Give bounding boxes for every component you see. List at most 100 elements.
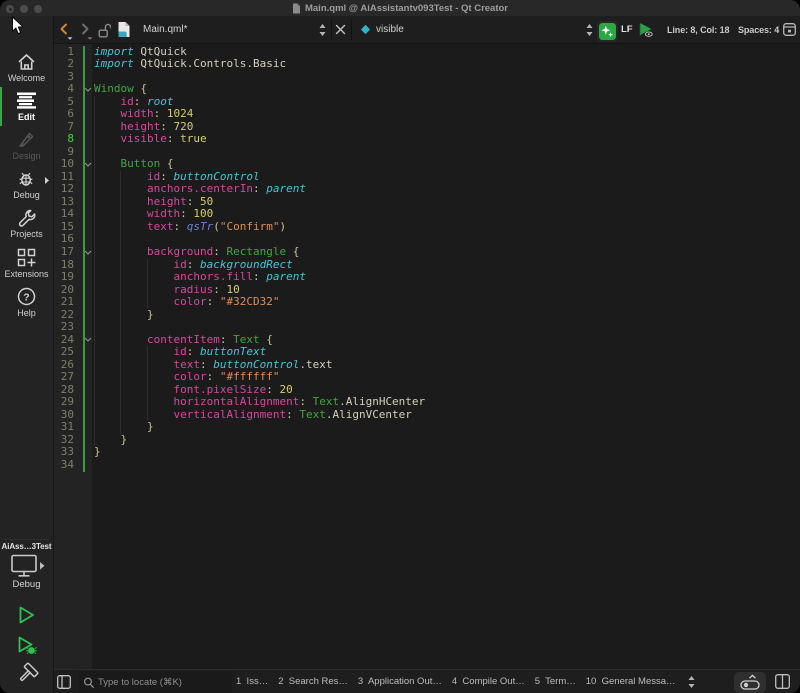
- build-button[interactable]: [0, 662, 53, 686]
- editor-gutter: 1234567891011121314151617181920212223242…: [54, 44, 92, 669]
- ai-assistant-icon: [599, 23, 616, 40]
- unlocked-icon: [97, 19, 111, 41]
- sidebar-item-welcome[interactable]: Welcome: [0, 48, 53, 87]
- line-ending-selector[interactable]: LF: [621, 16, 632, 43]
- line-number: 6: [54, 108, 74, 121]
- output-pane-button[interactable]: 10 General Messa…: [586, 676, 676, 687]
- editor-toolbar: Main.qml* visible LF: [54, 16, 800, 44]
- line-number: 21: [54, 296, 74, 309]
- fold-marker-icon[interactable]: [83, 246, 93, 259]
- code-line: }: [94, 446, 101, 459]
- symbol-dropdown[interactable]: visible: [376, 16, 404, 43]
- statusbar: Type to locate (⌘K) 1 Iss… 2 Search Res… 3…: [54, 669, 800, 693]
- back-arrow-icon: [62, 24, 67, 33]
- cursor-position-button[interactable]: Line: 8, Col: 18: [667, 16, 729, 43]
- search-icon: [83, 677, 95, 689]
- code-line: import QtQuick.Controls.Basic: [94, 58, 286, 71]
- output-pane-button[interactable]: 1 Iss…: [236, 676, 268, 687]
- mouse-cursor: [11, 16, 25, 36]
- go-back-button[interactable]: [57, 16, 73, 43]
- line-number: 19: [54, 271, 74, 284]
- output-pane-button[interactable]: 3 Application Out…: [358, 676, 442, 687]
- kit-selector-button[interactable]: [0, 554, 53, 578]
- sidebar-toggle-icon: [57, 675, 71, 689]
- output-pane-button[interactable]: 4 Compile Out…: [452, 676, 525, 687]
- sidebar-item-design: Design: [0, 126, 53, 165]
- sidebar-item-extensions[interactable]: Extensions: [0, 244, 53, 283]
- current-symbol: visible: [376, 24, 404, 35]
- run-icon: [17, 605, 37, 625]
- line-number: 25: [54, 346, 74, 359]
- cursor-position-value: Line: 8, Col: 18: [667, 25, 729, 35]
- home-icon: [0, 51, 53, 73]
- debug-submenu-arrow-icon[interactable]: [44, 176, 50, 185]
- document-icon: [292, 3, 301, 14]
- symbol-dropdown-arrows[interactable]: [585, 16, 594, 43]
- forward-arrow-icon: [83, 24, 88, 33]
- debug-run-icon: [16, 635, 38, 656]
- output-pane-buttons: 1 Iss… 2 Search Res… 3 Application Out… 4 C…: [236, 670, 676, 693]
- code-line: text: qsTr("Confirm"): [94, 221, 286, 234]
- locate-placeholder: Type to locate (⌘K): [98, 677, 182, 688]
- extensions-icon: [0, 247, 53, 269]
- kit-project-name: AiAss…3Test: [0, 542, 53, 551]
- language-server-button[interactable]: [638, 16, 654, 43]
- vcs-change-bar: [83, 46, 86, 472]
- back-dropdown-caret-icon: [68, 37, 73, 40]
- line-ending-value: LF: [621, 24, 632, 35]
- panel-toggle-icon: [783, 23, 796, 36]
- kit-separator: [4, 539, 49, 540]
- output-pane-button[interactable]: 2 Search Res…: [278, 676, 348, 687]
- close-icon: [335, 24, 346, 35]
- monitor-icon: [12, 556, 36, 572]
- line-number: 8: [54, 133, 74, 146]
- code-editor[interactable]: 1234567891011121314151617181920212223242…: [54, 44, 800, 669]
- file-lock-button[interactable]: [97, 16, 111, 43]
- qml-file-icon: [117, 16, 131, 43]
- output-pane-arrows[interactable]: [687, 670, 696, 693]
- close-document-button[interactable]: [335, 16, 346, 43]
- open-document-dropdown[interactable]: Main.qml*: [143, 16, 187, 43]
- indentation-button[interactable]: Spaces: 4: [738, 16, 779, 43]
- line-number: 23: [54, 321, 74, 334]
- wrench-icon: [0, 207, 53, 229]
- kit-dropdown-arrow-icon: [40, 562, 45, 570]
- edit-icon: [0, 90, 53, 112]
- locate-field[interactable]: Type to locate (⌘K): [79, 671, 232, 693]
- code-line: visible: true: [94, 133, 207, 146]
- fold-marker-icon[interactable]: [83, 83, 93, 96]
- debug-run-button[interactable]: [0, 635, 53, 656]
- flag-eye-icon: [638, 21, 654, 38]
- kit-target-name: Debug: [0, 579, 53, 590]
- design-icon: [0, 129, 53, 151]
- document-dropdown-arrows[interactable]: [318, 16, 327, 43]
- code-line: }: [94, 309, 154, 322]
- toggle-pill-icon: [734, 672, 766, 693]
- run-button[interactable]: [0, 605, 53, 625]
- sidebar-item-edit[interactable]: Edit: [0, 87, 53, 126]
- toolbar-panel-toggle-button[interactable]: [783, 16, 796, 43]
- help-icon: ?: [0, 286, 53, 308]
- sidebar-item-debug[interactable]: Debug: [0, 165, 53, 204]
- sidebar-item-projects[interactable]: Projects: [0, 204, 53, 243]
- line-number: 10: [54, 158, 74, 171]
- right-sidebar-toggle-button[interactable]: [775, 670, 790, 693]
- line-number: 34: [54, 459, 74, 472]
- mode-sidebar: Welcome Edit: [0, 16, 54, 693]
- window-title: Main.qml @ AiAssistantv093Test - Qt Crea…: [305, 3, 508, 14]
- line-number: 29: [54, 396, 74, 409]
- line-number: 4: [54, 83, 74, 96]
- ai-assistant-button[interactable]: [597, 21, 618, 42]
- output-pane-button[interactable]: 5 Term…: [535, 676, 576, 687]
- line-number: 2: [54, 58, 74, 71]
- fold-marker-icon[interactable]: [83, 158, 93, 171]
- go-forward-button[interactable]: [78, 16, 94, 43]
- symbol-icon: [360, 16, 371, 43]
- fold-marker-icon[interactable]: [83, 334, 93, 347]
- sidebar-item-help[interactable]: ? Help: [0, 283, 53, 322]
- forward-dropdown-caret-icon: [88, 37, 93, 40]
- progress-details-button[interactable]: [734, 672, 766, 693]
- titlebar: Main.qml @ AiAssistantv093Test - Qt Crea…: [0, 0, 800, 17]
- left-sidebar-toggle-button[interactable]: [57, 670, 71, 693]
- line-number: 27: [54, 371, 74, 384]
